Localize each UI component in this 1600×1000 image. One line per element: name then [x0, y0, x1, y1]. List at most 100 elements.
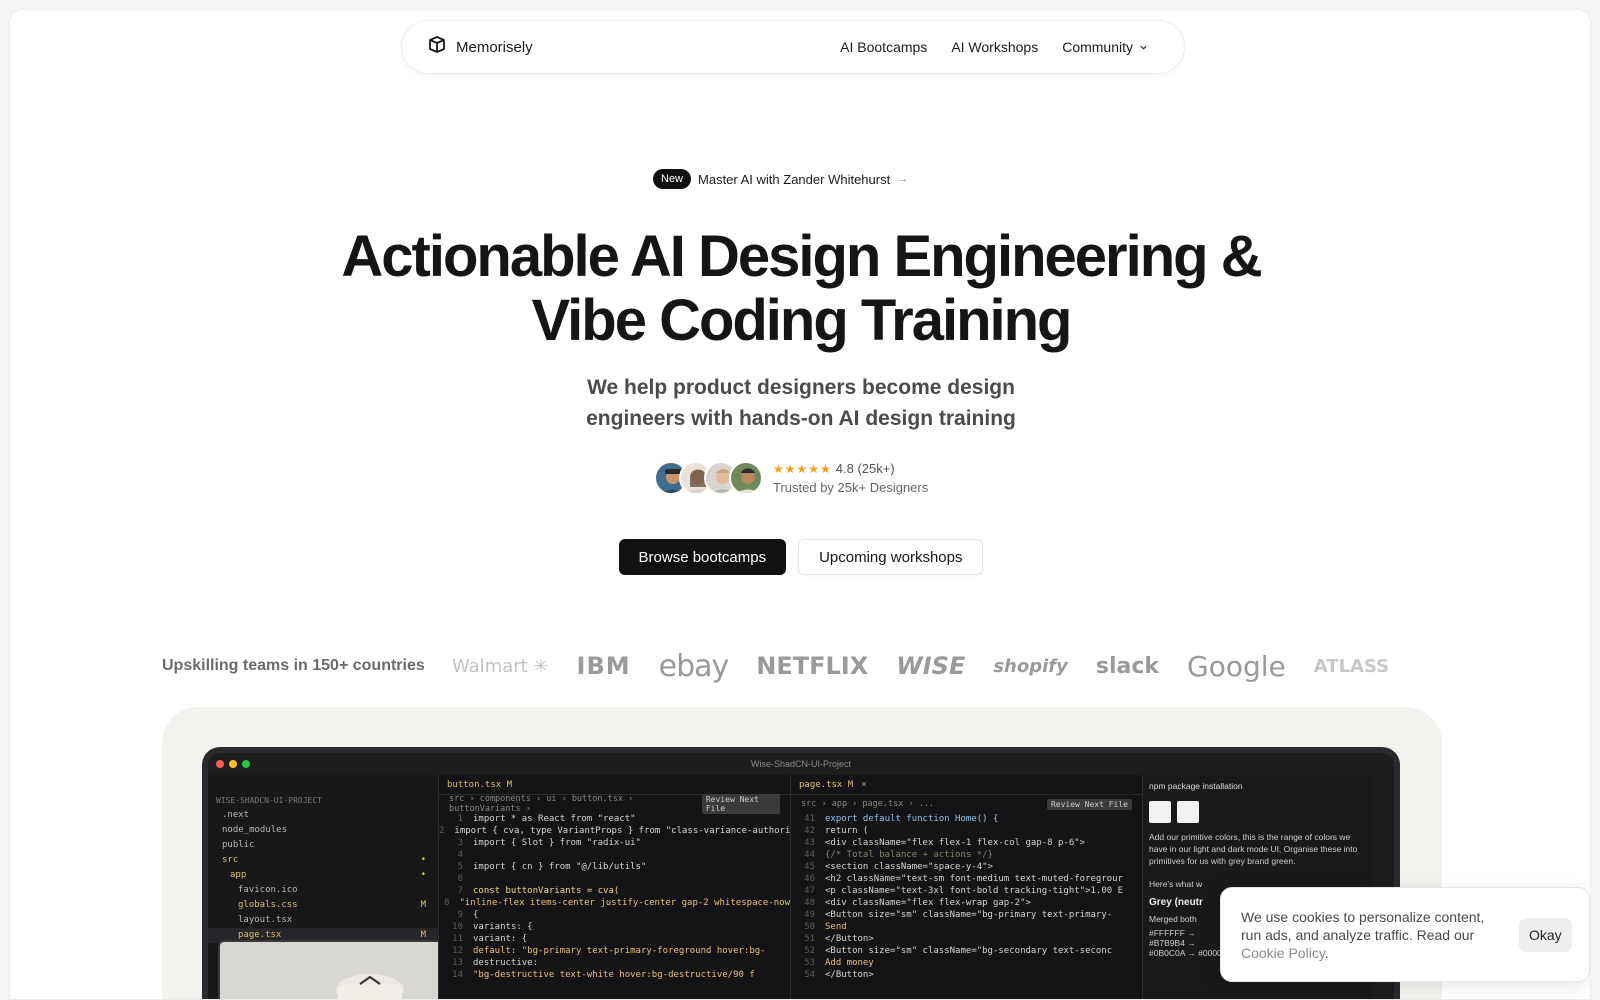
hero-title: Actionable AI Design Engineering & Vibe …: [10, 224, 1590, 353]
code-line: 13 destructive:: [439, 957, 790, 969]
rating-line: ★★★★★ 4.8 (25k+): [773, 461, 928, 476]
line-number: 43: [804, 838, 815, 848]
explorer-item-marker: •: [420, 855, 426, 865]
editor-breadcrumb: src › app › page.tsx › ... Review Next F…: [791, 795, 1142, 813]
atlassian-logo: ATLASS: [1313, 655, 1390, 677]
code-text: {/* Total balance + actions */}: [825, 850, 993, 860]
code-lines: 1 import * as React from "react" 2 import …: [439, 813, 796, 981]
code-line: 41 export default function Home() {: [791, 813, 1142, 825]
tab-button-tsx[interactable]: button.tsx M: [447, 780, 512, 790]
explorer-item-name: layout.tsx: [238, 915, 293, 925]
client-logos: Upskilling teams in 150+ countries Walma…: [162, 646, 1442, 686]
line-number: 5: [457, 862, 463, 872]
code-text: import { Slot } from "radix-ui": [473, 838, 641, 848]
review-next-file-button[interactable]: Review Next File: [701, 794, 780, 814]
cookie-policy-link[interactable]: Cookie Policy: [1241, 945, 1325, 961]
image-attachment-icon[interactable]: [1149, 801, 1171, 823]
code-text: <h2 className="text-sm font-medium text-…: [825, 874, 1124, 884]
explorer-item: node_modules: [208, 823, 438, 838]
code-line: 50 Send: [791, 921, 1142, 933]
code-text: <div className="flex flex-wrap gap-2">: [825, 898, 1031, 908]
netflix-logo: NETFLIX: [756, 652, 869, 680]
code-text: {: [473, 910, 479, 920]
code-lines: 41 export default function Home() { 42 re…: [791, 813, 1142, 981]
code-text: <div className="flex flex-1 flex-col gap…: [825, 838, 1086, 848]
line-number: 14: [452, 970, 463, 980]
code-line: 49 <Button size="sm" className="bg-prima…: [791, 909, 1142, 921]
code-line: 10 variants: {: [439, 921, 790, 933]
nav-link-community[interactable]: Community: [1062, 39, 1148, 55]
explorer-root: WISE-SHADCN-UI-PROJECT: [216, 796, 322, 805]
shopify-logo: shopify: [993, 655, 1068, 677]
brand[interactable]: Memorisely: [426, 34, 533, 61]
chat-attachments: [1149, 801, 1366, 823]
image-attachment-icon[interactable]: [1177, 801, 1199, 823]
logos-label: Upskilling teams in 150+ countries: [162, 657, 425, 674]
editor-tab-bar: page.tsx M ×: [791, 775, 1142, 795]
hero-subtitle-line-1: We help product designers become design: [587, 376, 1015, 399]
explorer-item-name: public: [222, 840, 255, 850]
announcement-text: Master AI with Zander Whitehurst: [698, 171, 891, 187]
line-number: 48: [804, 898, 815, 908]
explorer-item: layout.tsx: [208, 913, 438, 928]
code-line: 53 Add money: [791, 957, 1142, 969]
upcoming-workshops-button[interactable]: Upcoming workshops: [798, 539, 984, 575]
line-number: 49: [804, 910, 815, 920]
code-line: 52 <Button size="sm" className="bg-secon…: [791, 945, 1142, 957]
code-text: </Button>: [825, 934, 874, 944]
line-number: 44: [804, 850, 815, 860]
cookie-banner: We use cookies to personalize content, r…: [1220, 887, 1590, 982]
announcement-badge[interactable]: New Master AI with Zander Whitehurst →: [651, 168, 917, 190]
explorer-item-name: src: [222, 855, 239, 865]
line-number: 2: [439, 826, 445, 836]
code-text: <p className="text-3xl font-bold trackin…: [825, 886, 1124, 896]
arrow-right-icon: →: [897, 173, 909, 185]
explorer-item-marker: •: [420, 870, 426, 880]
line-number: 51: [804, 934, 815, 944]
trusted-by-text: Trusted by 25k+ Designers: [773, 480, 929, 495]
code-line: 48 <div className="flex flex-wrap gap-2"…: [791, 897, 1142, 909]
browse-bootcamps-button[interactable]: Browse bootcamps: [618, 539, 787, 575]
slack-logo: slack: [1095, 653, 1160, 679]
line-number: 42: [804, 826, 815, 836]
line-number: 4: [457, 850, 463, 860]
line-number: 50: [804, 922, 815, 932]
code-text: return (: [825, 826, 869, 836]
ide-body: WISE-SHADCN-UI-PROJECT .next node_module…: [208, 775, 1394, 999]
avatar: [729, 461, 763, 495]
nav-link-ai-workshops[interactable]: AI Workshops: [951, 39, 1038, 55]
tab-page-tsx[interactable]: page.tsx M: [799, 780, 853, 790]
walmart-logo-text: Walmart: [452, 655, 528, 677]
code-text: import { cva, type VariantProps } from "…: [454, 826, 796, 836]
cookie-message: We use cookies to personalize content, r…: [1241, 908, 1485, 943]
file-explorer: WISE-SHADCN-UI-PROJECT .next node_module…: [208, 775, 490, 999]
line-number: 53: [804, 958, 815, 968]
chat-title: npm package installation: [1149, 781, 1243, 791]
code-line: 42 return (: [791, 825, 1142, 837]
ide-window-title: Wise-ShadCN-UI-Project: [750, 759, 852, 769]
hero-title-line-2: Vibe Coding Training: [531, 288, 1073, 353]
explorer-item: app •: [208, 868, 438, 883]
review-next-file-button[interactable]: Review Next File: [1046, 798, 1132, 810]
code-text: import * as React from "react": [473, 814, 636, 824]
line-number: 3: [457, 838, 463, 848]
code-text: "inline-flex items-center justify-center…: [459, 898, 790, 908]
code-line: 4: [439, 849, 790, 861]
code-line: 7 const buttonVariants = cva(: [439, 885, 790, 897]
cookie-okay-button[interactable]: Okay: [1519, 917, 1572, 952]
code-editor-right: page.tsx M × src › app › page.tsx › ... …: [790, 775, 1142, 999]
close-tab-icon[interactable]: ×: [861, 780, 866, 790]
line-number: 45: [804, 862, 815, 872]
cta-row: Browse bootcamps Upcoming workshops: [10, 539, 1590, 575]
hero-title-line-1: Actionable AI Design Engineering &: [341, 224, 1262, 289]
code-text: <Button size="sm" className="bg-secondar…: [825, 946, 1113, 956]
wise-logo: WISE: [896, 652, 966, 680]
google-logo: Google: [1187, 649, 1286, 683]
editor-tab-bar: button.tsx M: [439, 775, 790, 795]
rating-block: ★★★★★ 4.8 (25k+) Trusted by 25k+ Designe…: [773, 461, 928, 495]
explorer-item: src •: [208, 853, 438, 868]
nav-link-ai-bootcamps[interactable]: AI Bootcamps: [840, 39, 927, 55]
rating-value: 4.8 (25k+): [835, 461, 895, 476]
explorer-item: public: [208, 838, 438, 853]
chat-message: Add our primitive colors, this is the ra…: [1149, 832, 1358, 866]
